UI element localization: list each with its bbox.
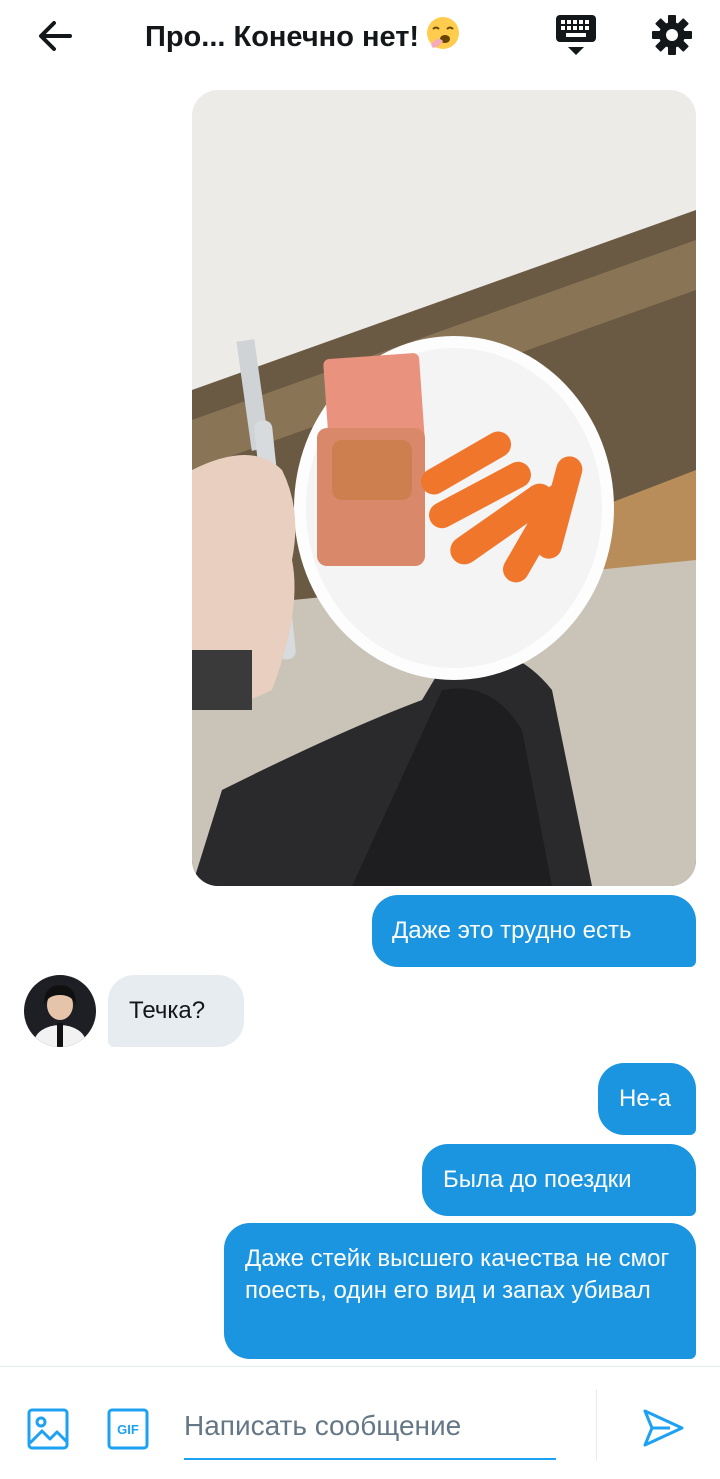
message-input[interactable]	[184, 1404, 556, 1460]
keyboard-button[interactable]	[553, 12, 599, 58]
add-image-button[interactable]	[26, 1407, 70, 1451]
message-bubble-outgoing[interactable]: Не-а	[598, 1063, 696, 1135]
send-button[interactable]	[640, 1405, 686, 1451]
conversation-title-text: Про... Конечно нет!	[145, 21, 420, 54]
message-bubble-incoming[interactable]: Течка?	[108, 975, 244, 1047]
back-arrow-icon	[39, 21, 72, 51]
message-bubble-outgoing[interactable]: Даже это трудно есть	[372, 895, 696, 967]
settings-button[interactable]	[650, 13, 694, 57]
photo-message[interactable]	[192, 90, 696, 886]
conversation-title[interactable]: Про... Конечно нет!	[145, 15, 461, 55]
avatar[interactable]	[24, 975, 96, 1047]
gif-icon: GIF	[107, 1408, 149, 1450]
message-composer: GIF	[0, 1366, 720, 1479]
conversation-header: Про... Конечно нет!	[0, 0, 720, 70]
message-bubble-outgoing[interactable]: Даже стейк высшего качества не смог поес…	[224, 1223, 696, 1359]
image-icon	[27, 1408, 69, 1450]
composer-divider	[596, 1389, 597, 1461]
photo-food-plate	[192, 90, 696, 886]
keyboard-icon	[556, 15, 596, 55]
send-icon	[643, 1409, 684, 1447]
add-gif-button[interactable]: GIF	[106, 1407, 150, 1451]
avatar-photo	[24, 975, 96, 1047]
gif-label: GIF	[117, 1422, 139, 1437]
gear-icon	[652, 15, 692, 55]
back-button[interactable]	[34, 14, 78, 58]
yawning-face-icon	[425, 15, 461, 62]
message-bubble-outgoing[interactable]: Была до поездки	[422, 1144, 696, 1216]
